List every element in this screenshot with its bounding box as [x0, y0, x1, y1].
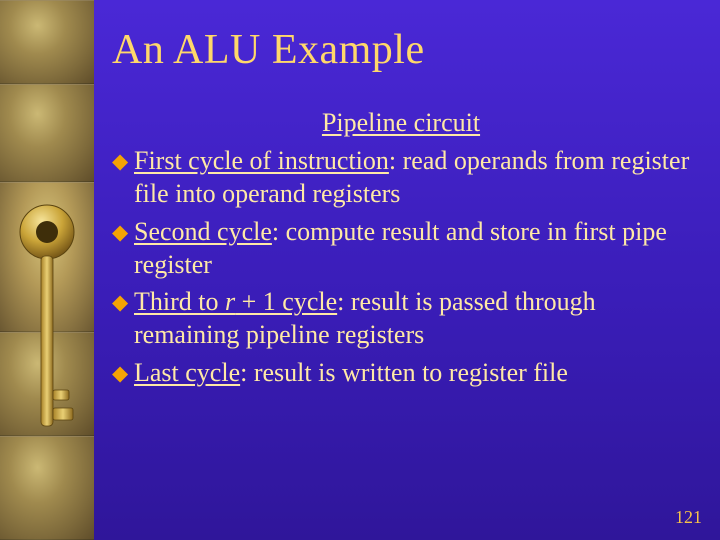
- bullet-item: ◆ Third to r + 1 cycle: result is passed…: [112, 285, 690, 352]
- bullet-lead-prefix: Third to: [134, 287, 225, 316]
- stone-block: [0, 0, 94, 84]
- bullet-lead-italic: r: [225, 287, 235, 316]
- slide-subtitle: Pipeline circuit: [112, 108, 690, 138]
- bullet-marker-icon: ◆: [112, 290, 128, 317]
- content-area: An ALU Example Pipeline circuit ◆ First …: [94, 0, 720, 540]
- bullet-item: ◆ Second cycle: compute result and store…: [112, 215, 690, 282]
- bullet-marker-icon: ◆: [112, 220, 128, 247]
- page-number: 121: [675, 507, 702, 528]
- stone-block: [0, 84, 94, 182]
- sidebar-texture: [0, 0, 94, 540]
- bullet-marker-icon: ◆: [112, 361, 128, 388]
- bullet-lead: Third to r + 1 cycle: [134, 287, 337, 316]
- bullet-lead: Last cycle: [134, 358, 240, 387]
- bullet-marker-icon: ◆: [112, 149, 128, 176]
- bullet-list: ◆ First cycle of instruction: read opera…: [112, 144, 690, 389]
- bullet-lead-suffix: + 1 cycle: [235, 287, 337, 316]
- bullet-item: ◆ Last cycle: result is written to regis…: [112, 356, 690, 389]
- bullet-lead: First cycle of instruction: [134, 146, 389, 175]
- bullet-lead: Second cycle: [134, 217, 272, 246]
- slide-title: An ALU Example: [112, 26, 690, 74]
- slide: An ALU Example Pipeline circuit ◆ First …: [0, 0, 720, 540]
- key-icon: [18, 200, 76, 460]
- bullet-item: ◆ First cycle of instruction: read opera…: [112, 144, 690, 211]
- bullet-rest: : result is written to register file: [240, 358, 568, 387]
